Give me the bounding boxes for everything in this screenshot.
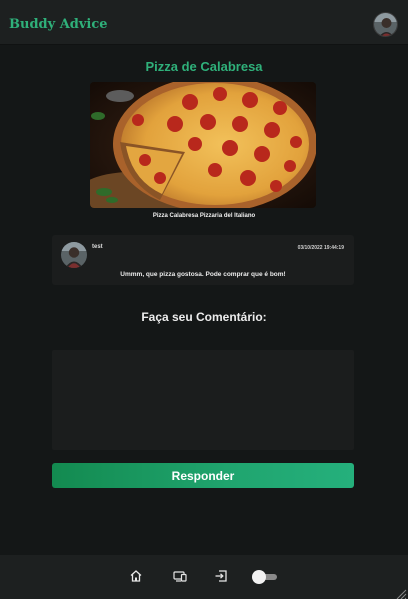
bottom-bar [0,555,408,599]
toggle-knob [252,570,266,584]
comment-form-title: Faça seu Comentário: [141,310,267,324]
logout-icon[interactable] [214,569,228,583]
top-bar: Buddy Advice [0,0,408,45]
pizza-image [90,82,316,208]
comment-username[interactable]: test [92,244,103,250]
comment-input[interactable] [52,350,354,450]
home-icon[interactable] [129,569,143,583]
reply-button[interactable]: Responder [52,463,354,488]
comment-avatar [61,242,87,268]
post-title: Pizza de Calabresa [145,59,263,74]
comment-text: Ummm, que pizza gostosa. Pode comprar qu… [120,271,286,278]
image-caption: Pizza Calabresa Pizzaria del Italiano [152,213,256,219]
theme-toggle[interactable] [252,570,277,584]
comment-card: test 03/10/2022 19:44:19 Ummm, que pizza… [52,235,354,285]
user-avatar[interactable] [373,12,398,37]
brand-logo[interactable]: Buddy Advice [9,17,108,32]
resize-grip-icon[interactable] [396,587,407,599]
devices-icon[interactable] [173,569,187,583]
comment-timestamp: 03/10/2022 19:44:19 [297,245,344,251]
